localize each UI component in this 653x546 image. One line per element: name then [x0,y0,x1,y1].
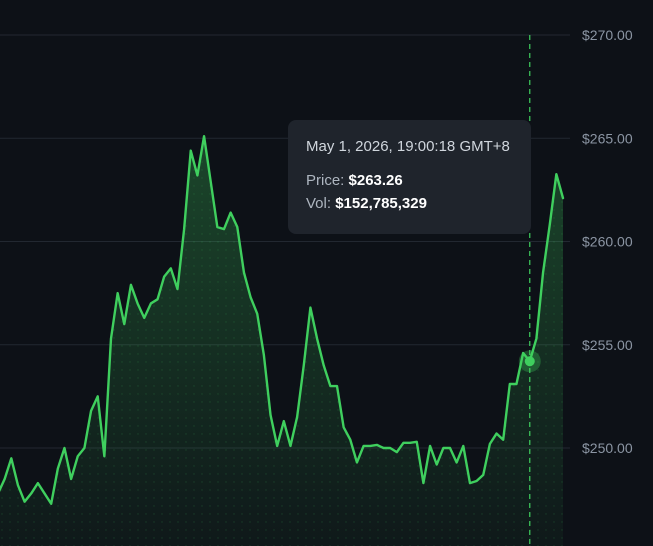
tooltip-price-row: Price: $263.26 [306,172,531,189]
y-tick-label: $255.00 [582,337,633,353]
price-chart[interactable]: $270.00$265.00$260.00$255.00$250.00$245.… [0,0,653,546]
tooltip-volume-value: $152,785,329 [335,195,427,212]
hover-point[interactable] [524,356,535,367]
tooltip-volume-label: Vol: [306,195,332,212]
y-tick-label: $265.00 [582,130,633,146]
y-tick-label: $270.00 [582,27,633,43]
y-tick-label: $260.00 [582,234,633,250]
tooltip-price-label: Price: [306,172,345,189]
tooltip-price-value: $263.26 [348,172,403,189]
tooltip-timestamp: May 1, 2026, 19:00:18 GMT+8 [306,138,510,155]
price-chart-svg[interactable]: $270.00$265.00$260.00$255.00$250.00$245.… [0,0,653,546]
y-tick-label: $250.00 [582,440,633,456]
tooltip-volume-row: Vol: $152,785,329 [306,195,531,212]
y-axis: $270.00$265.00$260.00$255.00$250.00$245.… [582,27,633,546]
hover-tooltip: May 1, 2026, 19:00:18 GMT+8 Price: $263.… [288,120,531,234]
